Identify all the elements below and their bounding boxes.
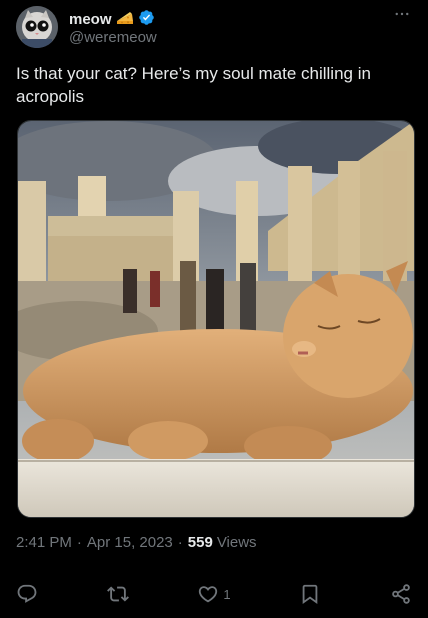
retweet-button[interactable]	[106, 583, 129, 605]
meta-separator: ·	[76, 534, 82, 551]
avatar[interactable]	[16, 6, 58, 48]
author-name-row[interactable]: meow	[69, 9, 155, 31]
bookmark-button[interactable]	[299, 583, 321, 605]
like-button[interactable]: 1	[197, 583, 231, 605]
reply-button[interactable]	[16, 583, 38, 605]
tweet-meta: 2:41 PM · Apr 15, 2023 · 559 Views	[16, 534, 257, 551]
cat-avatar-icon	[16, 6, 58, 48]
tweet-photo[interactable]	[17, 120, 415, 518]
cat-acropolis-photo	[18, 121, 414, 517]
retweet-icon	[106, 586, 129, 602]
action-bar: 1	[16, 580, 412, 608]
verified-badge-icon[interactable]	[138, 9, 155, 31]
tweet-detail: meow @weremeow Is that your cat? Here’s …	[0, 0, 428, 618]
views-label: Views	[216, 534, 257, 551]
author-display-name[interactable]: meow	[69, 11, 112, 29]
reply-icon	[17, 584, 37, 603]
tweet-date[interactable]: Apr 15, 2023	[87, 534, 173, 551]
more-options-button[interactable]	[392, 4, 412, 24]
cheese-wedge-icon	[116, 10, 134, 31]
meta-separator: ·	[177, 534, 183, 551]
heart-icon	[199, 586, 218, 603]
bookmark-icon	[302, 584, 318, 605]
views-count: 559	[187, 534, 213, 551]
share-icon	[392, 584, 410, 604]
tweet-text: Is that your cat? Here’s my soul mate ch…	[16, 64, 371, 106]
author-handle[interactable]: @weremeow	[69, 29, 157, 47]
share-button[interactable]	[390, 583, 412, 605]
more-dots-icon	[395, 12, 409, 16]
like-count: 1	[223, 586, 231, 602]
tweet-time[interactable]: 2:41 PM	[16, 534, 72, 551]
